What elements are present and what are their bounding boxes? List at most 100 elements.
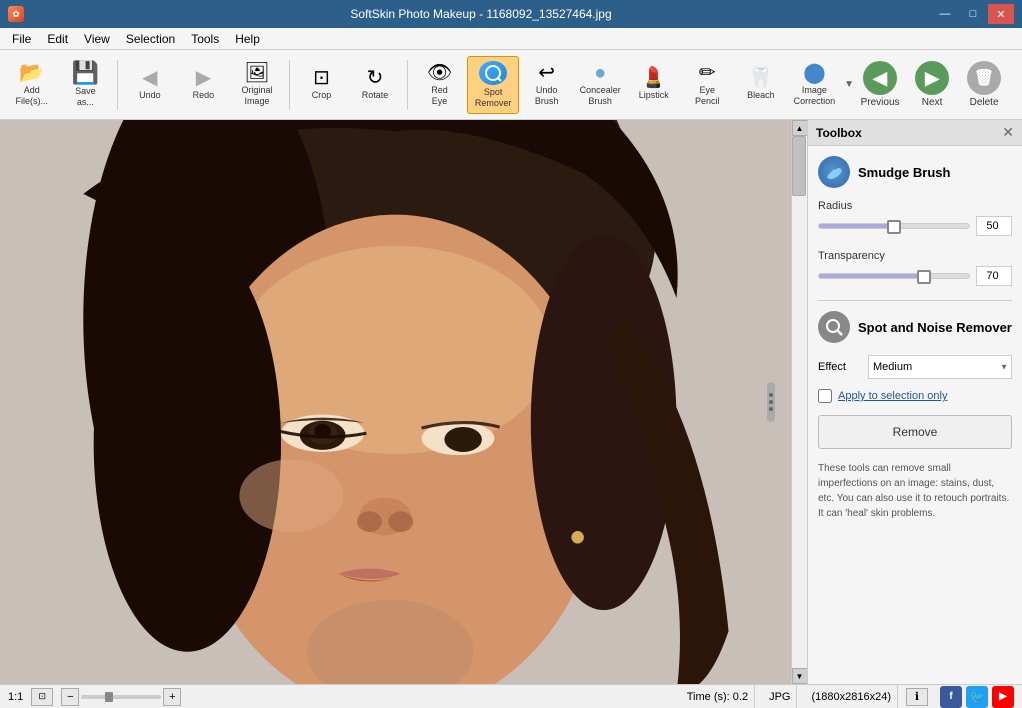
remove-button[interactable]: Remove — [818, 415, 1012, 449]
crop-label: Crop — [312, 90, 332, 101]
undo-label: Undo — [139, 90, 161, 101]
window-title: SoftSkin Photo Makeup - 1168092_13527464… — [350, 7, 611, 21]
minimize-button[interactable]: — — [932, 4, 958, 24]
crop-icon: ⊡ — [313, 68, 330, 88]
menu-bar: File Edit View Selection Tools Help — [0, 28, 1022, 50]
toolbox-close-button[interactable]: ✕ — [1002, 124, 1014, 141]
red-eye-button[interactable]: 👁 RedEye — [414, 56, 466, 114]
radius-row: Radius 50 — [818, 200, 1012, 236]
effect-select-wrap: Low Medium High — [868, 355, 1012, 379]
zoom-slider[interactable] — [81, 695, 161, 699]
radius-slider-thumb[interactable] — [887, 220, 901, 234]
radius-slider-fill — [819, 224, 894, 228]
spot-remover-button[interactable]: SpotRemover — [467, 56, 519, 114]
time-value: 0.2 — [733, 691, 748, 703]
menu-tools[interactable]: Tools — [183, 30, 227, 48]
redo-label: Redo — [193, 90, 215, 101]
toolbar-separator-2 — [289, 60, 290, 110]
time-display: Time (s): 0.2 — [681, 685, 755, 708]
dimensions-value: (1880x2816x24) — [811, 691, 891, 703]
lipstick-button[interactable]: 💄 Lipstick — [628, 56, 680, 114]
transparency-slider-fill — [819, 274, 924, 278]
scroll-up-button[interactable]: ▲ — [792, 120, 808, 136]
save-as-button[interactable]: 💾 Saveas... — [60, 56, 112, 114]
menu-file[interactable]: File — [4, 30, 39, 48]
radius-label: Radius — [818, 200, 1012, 212]
window-controls: — □ ✕ — [932, 4, 1014, 24]
spot-remover-label: SpotRemover — [475, 87, 512, 109]
concealer-brush-label: ConcealerBrush — [580, 85, 621, 107]
toolbox-header: Toolbox ✕ — [808, 120, 1022, 146]
spot-remover-section-icon — [818, 311, 850, 343]
time-label: Time (s): — [687, 691, 730, 703]
transparency-slider-track[interactable] — [818, 273, 970, 279]
vertical-scrollbar[interactable]: ▲ ▼ — [791, 120, 807, 684]
canvas-area[interactable] — [0, 120, 791, 684]
effect-select[interactable]: Low Medium High — [868, 355, 1012, 379]
social-buttons: f 🐦 ▶ — [940, 686, 1014, 708]
zoom-level: 1:1 — [8, 691, 23, 703]
maximize-button[interactable]: □ — [960, 4, 986, 24]
transparency-label: Transparency — [818, 250, 1012, 262]
effect-label: Effect — [818, 361, 858, 373]
twitter-button[interactable]: 🐦 — [966, 686, 988, 708]
resize-handle[interactable] — [767, 382, 775, 422]
radius-value[interactable]: 50 — [976, 216, 1012, 236]
toolbox-body: Smudge Brush Radius 50 Transparency — [808, 146, 1022, 684]
original-image-button[interactable]: 🖼 OriginalImage — [231, 56, 283, 114]
smudge-brush-icon — [818, 156, 850, 188]
original-image-icon: 🖼 — [244, 63, 269, 83]
rotate-button[interactable]: ↻ Rotate — [349, 56, 401, 114]
spot-remover-info: These tools can remove small imperfectio… — [818, 461, 1012, 521]
toolbar-overflow[interactable]: ▼ — [844, 79, 854, 90]
undo-button[interactable]: ◀ Undo — [124, 56, 176, 114]
concealer-brush-button[interactable]: ● ConcealerBrush — [574, 56, 626, 114]
zoom-out-button[interactable]: − — [61, 688, 79, 706]
redo-button[interactable]: ▶ Redo — [178, 56, 230, 114]
smudge-brush-title: Smudge Brush — [858, 165, 950, 180]
apply-selection-checkbox[interactable] — [818, 389, 832, 403]
eye-pencil-button[interactable]: ✏ EyePencil — [682, 56, 734, 114]
scroll-down-button[interactable]: ▼ — [792, 668, 808, 684]
rotate-label: Rotate — [362, 90, 389, 101]
apply-selection-label[interactable]: Apply to selection only — [838, 390, 947, 402]
add-files-label: AddFile(s)... — [16, 85, 49, 107]
zoom-in-button[interactable]: + — [163, 688, 181, 706]
spot-remover-icon — [479, 61, 507, 85]
next-button[interactable]: ▶ Next — [908, 56, 956, 114]
spot-remover-section: Spot and Noise Remover — [818, 311, 1012, 343]
previous-label: Previous — [861, 97, 900, 108]
undo-brush-button[interactable]: ↩ UndoBrush — [521, 56, 573, 114]
nav-area: ◀ Previous ▶ Next 🗑 Delete — [856, 56, 1016, 114]
add-files-button[interactable]: 📂 AddFile(s)... — [6, 56, 58, 114]
facebook-button[interactable]: f — [940, 686, 962, 708]
transparency-slider-thumb[interactable] — [917, 270, 931, 284]
delete-button[interactable]: 🗑 Delete — [960, 56, 1008, 114]
radius-slider-track[interactable] — [818, 223, 970, 229]
youtube-button[interactable]: ▶ — [992, 686, 1014, 708]
eye-pencil-icon: ✏ — [699, 63, 716, 83]
photo-svg — [0, 120, 791, 684]
close-button[interactable]: ✕ — [988, 4, 1014, 24]
bleach-button[interactable]: 🦷 Bleach — [735, 56, 787, 114]
menu-edit[interactable]: Edit — [39, 30, 76, 48]
previous-button[interactable]: ◀ Previous — [856, 56, 904, 114]
scroll-track[interactable] — [792, 136, 807, 668]
undo-icon: ◀ — [142, 68, 157, 88]
menu-selection[interactable]: Selection — [118, 30, 183, 48]
undo-brush-icon: ↩ — [538, 63, 555, 83]
status-bar: 1:1 ⊡ − + Time (s): 0.2 JPG (1880x2816x2… — [0, 684, 1022, 708]
rotate-icon: ↻ — [367, 68, 384, 88]
image-correction-button[interactable]: ⬤ ImageCorrection — [789, 56, 841, 114]
menu-view[interactable]: View — [76, 30, 118, 48]
zoom-fit-button[interactable]: ⊡ — [31, 688, 53, 706]
lipstick-icon: 💄 — [641, 68, 666, 88]
transparency-value[interactable]: 70 — [976, 266, 1012, 286]
info-button[interactable]: ℹ — [906, 688, 928, 706]
crop-button[interactable]: ⊡ Crop — [296, 56, 348, 114]
delete-icon: 🗑 — [967, 61, 1001, 95]
radius-slider-container: 50 — [818, 216, 1012, 236]
scroll-thumb[interactable] — [792, 136, 806, 196]
zoom-slider-thumb[interactable] — [105, 692, 113, 702]
menu-help[interactable]: Help — [227, 30, 268, 48]
